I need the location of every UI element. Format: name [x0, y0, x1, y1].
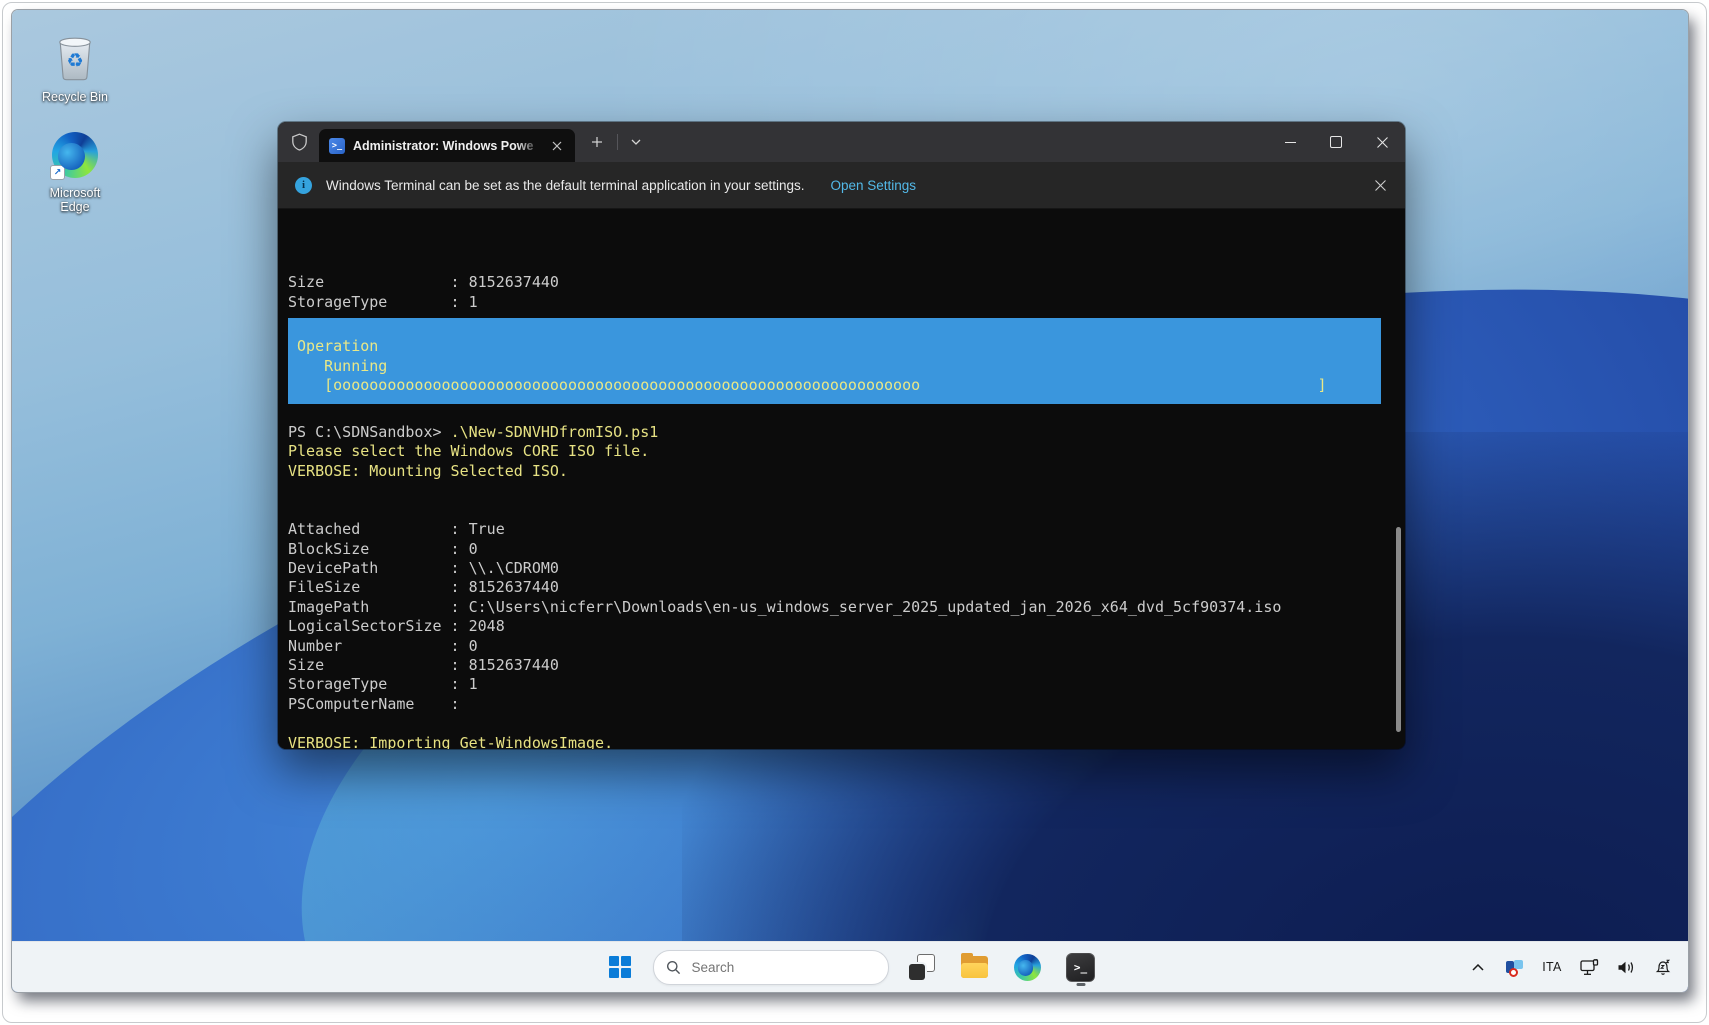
- recycle-arrows-glyph: ♻: [66, 51, 83, 72]
- progress-line: [ooooooooooooooooooooooooooooooooooooooo…: [288, 376, 1381, 395]
- minimize-button[interactable]: [1267, 122, 1313, 162]
- taskbar: >_ ITA: [12, 941, 1688, 992]
- terminal-line: [288, 404, 1405, 423]
- edge-icon: [1014, 954, 1041, 981]
- search-input[interactable]: [690, 959, 844, 976]
- file-explorer-button[interactable]: [955, 947, 995, 987]
- tray-device-status-icon[interactable]: [1504, 949, 1526, 985]
- terminal-line: StorageType : 1: [288, 293, 1405, 312]
- network-icon[interactable]: [1578, 949, 1600, 985]
- terminal-tab[interactable]: >_ Administrator: Windows Powe: [319, 129, 575, 162]
- progress-line: [288, 318, 1381, 337]
- banner-message: Windows Terminal can be set as the defau…: [326, 178, 805, 193]
- terminal-line: StorageType : 1: [288, 675, 1405, 694]
- tab-dropdown-button[interactable]: [623, 129, 649, 155]
- admin-shield-icon: [291, 133, 308, 151]
- default-terminal-banner: i Windows Terminal can be set as the def…: [278, 162, 1405, 209]
- recycle-bin-icon: ♻: [52, 32, 98, 87]
- scrollbar-thumb[interactable]: [1396, 527, 1401, 732]
- info-icon: i: [295, 177, 312, 194]
- edge-button[interactable]: [1008, 947, 1048, 987]
- tray-chevron-up-icon[interactable]: [1467, 949, 1489, 985]
- terminal-line: Size : 8152637440: [288, 273, 1405, 292]
- terminal-line: Attached : True: [288, 520, 1405, 539]
- terminal-line: FileSize : 8152637440: [288, 578, 1405, 597]
- edge-icon: ↗: [52, 132, 98, 178]
- open-settings-link[interactable]: Open Settings: [831, 178, 917, 193]
- terminal-line: VERBOSE: Mounting Selected ISO.: [288, 462, 1405, 481]
- task-view-button[interactable]: [902, 947, 942, 987]
- terminal-line: Please select the Windows CORE ISO file.: [288, 442, 1405, 461]
- terminal-output[interactable]: Size : 8152637440StorageType : 1 Operati…: [278, 209, 1405, 749]
- task-view-icon: [909, 954, 935, 980]
- banner-close-icon[interactable]: [1369, 174, 1391, 196]
- start-button[interactable]: [600, 947, 640, 987]
- running-indicator: [1076, 983, 1085, 986]
- shortcut-arrow-icon: ↗: [50, 165, 65, 180]
- error-badge: [1509, 968, 1518, 977]
- terminal-line: [288, 481, 1405, 500]
- desktop: ♻ Recycle Bin ↗ Microsoft Edge >_ Admini…: [12, 10, 1688, 992]
- terminal-line: DevicePath : \\.\CDROM0: [288, 559, 1405, 578]
- terminal-titlebar[interactable]: >_ Administrator: Windows Powe: [278, 122, 1405, 162]
- terminal-line: BlockSize : 0: [288, 540, 1405, 559]
- terminal-line: PSComputerName :: [288, 695, 1405, 714]
- powershell-icon: >_: [329, 138, 345, 154]
- file-explorer-icon: [961, 956, 988, 978]
- progress-line: Operation: [288, 337, 1381, 356]
- terminal-line: PS C:\SDNSandbox> .\New-SDNVHDfromISO.ps…: [288, 423, 1405, 442]
- volume-icon[interactable]: [1615, 949, 1637, 985]
- terminal-line: ImagePath : C:\Users\nicferr\Downloads\e…: [288, 598, 1405, 617]
- terminal-line: Number : 0: [288, 637, 1405, 656]
- progress-banner: Operation Running [ooooooooooooooooooooo…: [288, 318, 1381, 404]
- windows-logo-icon: [609, 956, 631, 978]
- new-tab-button[interactable]: [583, 129, 611, 155]
- terminal-line: VERBOSE: Importing Get-WindowsImage.: [288, 734, 1405, 749]
- tabbar-separator: [617, 134, 618, 150]
- close-button[interactable]: [1359, 122, 1405, 162]
- tab-title: Administrator: Windows Powe: [353, 139, 543, 153]
- terminal-icon: >_: [1066, 953, 1095, 982]
- terminal-line: LogicalSectorSize : 2048: [288, 617, 1405, 636]
- terminal-window: >_ Administrator: Windows Powe: [278, 122, 1405, 749]
- search-icon: [666, 960, 681, 975]
- desktop-icon-label: Microsoft Edge: [39, 186, 111, 214]
- terminal-line: Size : 8152637440: [288, 656, 1405, 675]
- taskbar-search[interactable]: [653, 950, 889, 985]
- terminal-taskbar-button[interactable]: >_: [1061, 947, 1101, 987]
- desktop-icon-recycle-bin[interactable]: ♻ Recycle Bin: [20, 32, 130, 104]
- terminal-line: [288, 714, 1405, 733]
- terminal-line: [288, 501, 1405, 520]
- tab-close-icon[interactable]: [547, 136, 567, 156]
- desktop-icon-label: Recycle Bin: [20, 90, 130, 104]
- progress-line: Running: [288, 357, 1381, 376]
- desktop-icon-microsoft-edge[interactable]: ↗ Microsoft Edge: [20, 132, 130, 214]
- do-not-disturb-bell-icon[interactable]: [1652, 949, 1674, 985]
- maximize-button[interactable]: [1313, 122, 1359, 162]
- language-indicator[interactable]: ITA: [1541, 949, 1563, 985]
